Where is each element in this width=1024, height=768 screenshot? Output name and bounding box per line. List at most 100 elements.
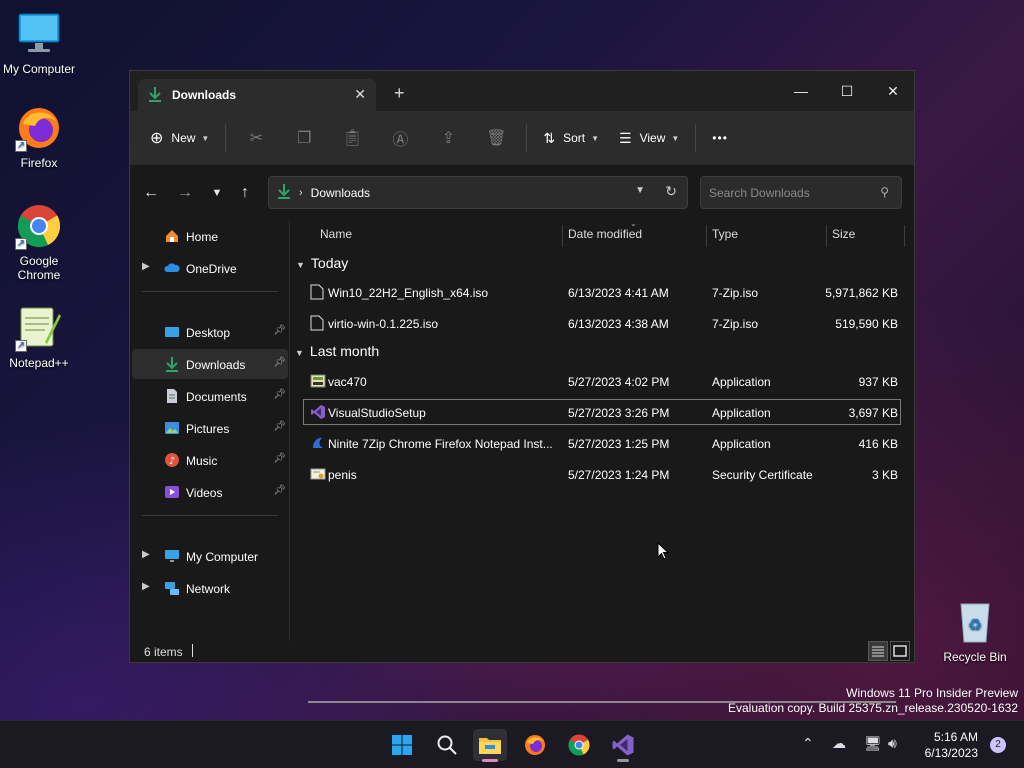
pin-icon[interactable]: 📌︎ [273,389,286,400]
show-hidden-icons-chevron-icon[interactable]: ⌃ [802,735,814,752]
certificate-icon [310,466,326,482]
svg-text:♻: ♻ [968,615,982,634]
sidebar-item-pictures[interactable]: Pictures 📌︎ [132,413,288,443]
sidebar-item-label: Downloads [186,358,246,372]
pin-icon[interactable]: 📌︎ [273,325,286,336]
file-row-win10-iso[interactable]: Win10_22H2_English_x64.iso 6/13/2023 4:4… [303,279,901,305]
file-date: 5/27/2023 3:26 PM [568,406,670,420]
close-button[interactable]: ✕ [870,77,916,105]
download-icon [277,183,291,202]
breadcrumb[interactable]: Downloads [311,186,370,200]
group-label: Last month [309,343,380,359]
sidebar-item-downloads[interactable]: Downloads 📌︎ [132,349,288,379]
notification-badge[interactable]: 2 [990,737,1006,753]
up-arrow-icon[interactable]: ↑ [232,181,258,205]
address-bar[interactable]: › Downloads ▼ ↻ [268,176,688,209]
sidebar-item-music[interactable]: ♪ Music 📌︎ [132,445,288,475]
new-tab-button[interactable]: + [394,83,405,104]
taskbar-chrome[interactable] [562,729,596,761]
file-type: Security Certificate [712,468,813,482]
taskbar-firefox[interactable] [518,729,552,761]
sidebar-item-network[interactable]: ▶ Network [132,573,288,603]
view-button[interactable]: ☰ View ▼ [609,120,689,156]
search-button[interactable] [430,729,464,761]
network-status-icon[interactable]: 🖥︎ [864,735,882,752]
file-row-virtio-iso[interactable]: virtio-win-0.1.225.iso 6/13/2023 4:38 AM… [303,310,901,336]
file-icon [310,284,326,300]
rename-icon[interactable]: Ⓐ [376,120,424,156]
sidebar-item-onedrive[interactable]: ▶ OneDrive [132,253,288,283]
taskbar-file-explorer[interactable] [473,729,507,762]
taskbar-visual-studio-installer[interactable] [606,729,640,762]
chevron-right-icon[interactable]: ▶ [142,261,150,272]
pin-icon[interactable]: 📌︎ [273,453,286,464]
sidebar-item-videos[interactable]: Videos 📌︎ [132,477,288,507]
cut-icon[interactable]: ✂ [232,120,280,156]
search-box[interactable]: ⚲ [700,176,902,209]
details-view-icon [872,646,884,657]
search-input[interactable] [701,177,861,208]
sidebar-item-documents[interactable]: Documents 📌︎ [132,381,288,411]
cloud-offline-icon[interactable]: ☁ [832,735,846,752]
delete-icon[interactable]: 🗑︎ [472,120,520,156]
file-date: 5/27/2023 1:24 PM [568,468,670,482]
desktop-icon-my-computer[interactable]: My Computer [0,10,78,76]
refresh-icon[interactable]: ↻ [665,183,677,200]
file-row-ninite[interactable]: Ninite 7Zip Chrome Firefox Notepad Inst.… [303,430,901,456]
new-button[interactable]: ⊕ New ▼ [140,120,219,156]
desktop-icon-google-chrome[interactable]: ↗ Google Chrome [0,202,78,282]
file-name: Win10_22H2_English_x64.iso [328,286,489,300]
sidebar-item-label: OneDrive [186,262,237,276]
desktop-icon-firefox[interactable]: ↗ Firefox [0,104,78,170]
minimize-button[interactable]: — [778,77,824,105]
document-icon [164,388,180,404]
share-icon[interactable]: ⇪ [424,120,472,156]
paste-icon[interactable]: 📋︎ [328,120,376,156]
file-icon [310,315,326,331]
back-arrow-icon[interactable]: ← [138,181,164,205]
sidebar-item-home[interactable]: Home [132,221,288,251]
details-view-button[interactable] [868,641,888,661]
start-button[interactable] [385,729,419,761]
chevron-right-icon[interactable]: ▶ [142,581,150,592]
running-indicator [617,759,629,762]
firefox-icon: ↗ [15,104,63,152]
tiles-view-button[interactable] [890,641,910,661]
chevron-right-icon[interactable]: ▶ [142,549,150,560]
sidebar-item-my-computer[interactable]: ▶ My Computer [132,541,288,571]
desktop-icon-recycle-bin[interactable]: ♻ Recycle Bin [936,598,1014,664]
file-name: penis [328,468,357,482]
chevron-down-icon[interactable]: ▼ [635,185,645,196]
forward-arrow-icon[interactable]: → [172,181,198,205]
sidebar-divider [142,515,278,516]
pin-icon[interactable]: 📌︎ [273,357,286,368]
active-indicator [482,759,498,762]
home-icon [164,228,180,244]
breadcrumb-chevron-icon[interactable]: › [299,187,303,199]
clock-time: 5:16 AM [933,730,978,744]
file-row-certificate[interactable]: penis 5/27/2023 1:24 PM Security Certifi… [303,461,901,487]
file-date: 6/13/2023 4:38 AM [568,317,669,331]
tab-downloads[interactable]: Downloads ✕ [138,79,376,111]
file-name: vac470 [328,375,367,389]
pin-icon[interactable]: 📌︎ [273,485,286,496]
recent-locations-chevron-icon[interactable]: ▼ [204,181,230,205]
tab-close-icon[interactable]: ✕ [354,86,366,103]
group-header-last-month[interactable]: ▼ Last month [295,343,379,359]
copy-icon[interactable]: ❐ [280,120,328,156]
volume-icon[interactable]: 🔊︎ [888,735,897,752]
sidebar-item-desktop[interactable]: Desktop 📌︎ [132,317,288,347]
file-row-vac470[interactable]: vac470 5/27/2023 4:02 PM Application 937… [303,368,901,394]
pin-icon[interactable]: 📌︎ [273,421,286,432]
more-options-button[interactable]: ••• [702,120,738,156]
watermark-line-2: Evaluation copy. Build 25375.zn_release.… [728,701,1018,715]
maximize-button[interactable]: ☐ [824,77,870,105]
tab-title: Downloads [172,88,237,102]
file-row-visualstudiosetup[interactable]: VisualStudioSetup 5/27/2023 3:26 PM Appl… [303,399,901,425]
monitor-icon [164,548,180,564]
sort-button[interactable]: ⇅ Sort ▼ [533,120,609,156]
desktop-icon-notepad-plus-plus[interactable]: ↗ Notepad++ [0,304,78,370]
clock[interactable]: 5:16 AM 6/13/2023 [925,729,978,761]
file-name: virtio-win-0.1.225.iso [328,317,439,331]
sidebar-divider [142,291,278,292]
